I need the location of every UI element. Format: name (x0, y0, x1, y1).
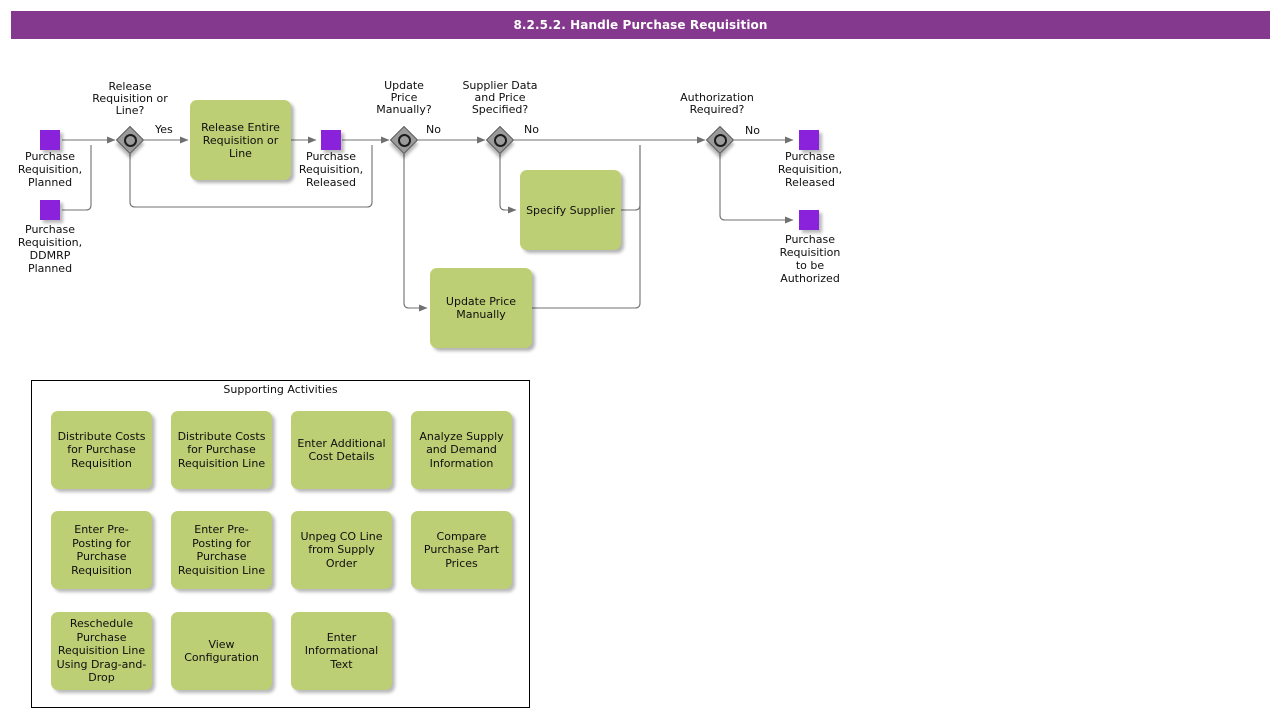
task-release-entire-requisition-or-line[interactable]: Release Entire Requisition or Line (190, 100, 291, 180)
event-purchase-requisition-planned[interactable] (40, 130, 60, 150)
gateway-release-requisition-or-line[interactable] (115, 125, 145, 155)
gateway-ring-icon (398, 134, 411, 147)
supporting-activity-enter-pre-posting-for-purchase-requisition-line[interactable]: Enter Pre- Posting for Purchase Requisit… (171, 511, 272, 589)
gateway-label-supplier-data-and-price-specified: Supplier Data and Price Specified? (462, 79, 538, 116)
event-label-purchase-requisition-to-be-authorized: Purchase Requisition to be Authorized (779, 233, 841, 285)
flow-label-no-supplier-data: No (524, 123, 539, 136)
event-label-purchase-requisition-released-mid: Purchase Requisition, Released (298, 150, 364, 189)
event-label-purchase-requisition-ddmrp-planned: Purchase Requisition, DDMRP Planned (17, 223, 83, 275)
event-purchase-requisition-ddmrp-planned[interactable] (40, 200, 60, 220)
supporting-activity-enter-pre-posting-for-purchase-requisition[interactable]: Enter Pre- Posting for Purchase Requisit… (51, 511, 152, 589)
event-purchase-requisition-released-end[interactable] (799, 130, 819, 150)
gateway-label-authorization-required: Authorization Required? (680, 91, 754, 116)
supporting-activity-enter-additional-cost-details[interactable]: Enter Additional Cost Details (291, 411, 392, 489)
supporting-activities-panel: Supporting Activities Distribute Costs f… (31, 380, 530, 708)
supporting-activity-analyze-supply-and-demand-information[interactable]: Analyze Supply and Demand Information (411, 411, 512, 489)
supporting-activity-compare-purchase-part-prices[interactable]: Compare Purchase Part Prices (411, 511, 512, 589)
gateway-authorization-required[interactable] (705, 125, 735, 155)
task-update-price-manually[interactable]: Update Price Manually (430, 268, 532, 348)
supporting-activity-unpeg-co-line-from-supply-order[interactable]: Unpeg CO Line from Supply Order (291, 511, 392, 589)
gateway-update-price-manually[interactable] (389, 125, 419, 155)
flow-label-no-authorization: No (745, 124, 760, 137)
gateway-label-update-price-manually: Update Price Manually? (376, 79, 432, 116)
gateway-supplier-data-and-price-specified[interactable] (485, 125, 515, 155)
supporting-activity-reschedule-purchase-requisition-line-using-drag-and-drop[interactable]: Reschedule Purchase Requisition Line Usi… (51, 612, 152, 690)
event-label-purchase-requisition-planned: Purchase Requisition, Planned (17, 150, 83, 189)
event-purchase-requisition-to-be-authorized[interactable] (799, 210, 819, 230)
supporting-activities-title: Supporting Activities (223, 383, 338, 396)
flow-label-yes-release: Yes (155, 123, 173, 136)
gateway-ring-icon (124, 134, 137, 147)
event-label-purchase-requisition-released-end: Purchase Requisition, Released (777, 150, 843, 189)
supporting-activity-view-configuration[interactable]: View Configuration (171, 612, 272, 690)
supporting-activity-distribute-costs-for-purchase-requisition-line[interactable]: Distribute Costs for Purchase Requisitio… (171, 411, 272, 489)
supporting-activity-distribute-costs-for-purchase-requisition[interactable]: Distribute Costs for Purchase Requisitio… (51, 411, 152, 489)
gateway-ring-icon (714, 134, 727, 147)
task-specify-supplier[interactable]: Specify Supplier (520, 170, 621, 250)
flow-price-to-update-task (403, 154, 428, 312)
flow-supplier-to-specify-task (499, 154, 517, 214)
gateway-ring-icon (494, 134, 507, 147)
gateway-label-release-requisition-or-line: Release Requisition or Line? (92, 80, 168, 117)
flow-label-no-update-price: No (426, 123, 441, 136)
event-purchase-requisition-released-mid[interactable] (321, 130, 341, 150)
supporting-activity-enter-informational-text[interactable]: Enter Informational Text (291, 612, 392, 690)
flow-specify-task-return (621, 145, 641, 211)
